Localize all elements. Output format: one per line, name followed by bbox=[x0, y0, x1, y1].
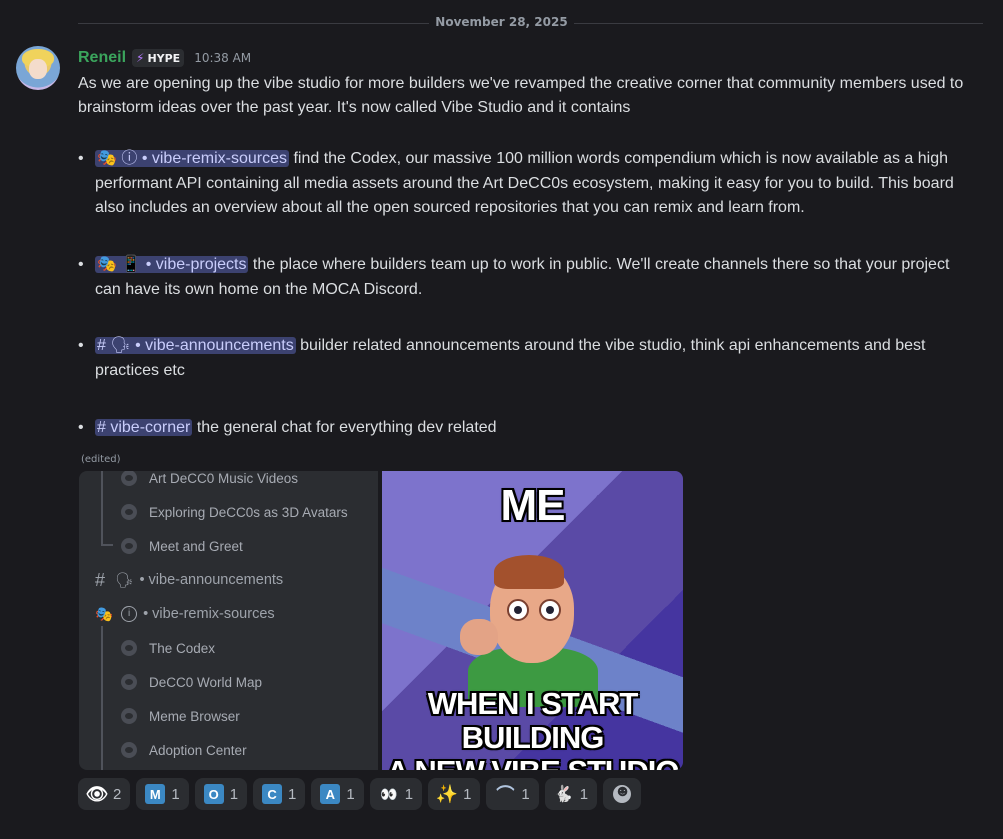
channel-row-label: DeCC0 World Map bbox=[149, 674, 263, 690]
meme-bottom-line: WHEN I START BUILDING bbox=[427, 686, 639, 755]
arc-icon: ⌒ bbox=[496, 785, 515, 805]
avatar[interactable] bbox=[16, 46, 60, 90]
reaction-letter-a[interactable]: A1 bbox=[311, 778, 364, 810]
list-item: • # 🗣 • vibe-announcements builder relat… bbox=[78, 334, 958, 383]
thread-icon bbox=[121, 674, 137, 690]
reaction-sparkles[interactable]: ✨ 1 bbox=[428, 778, 481, 810]
thread-icon bbox=[121, 538, 137, 554]
add-reaction-button[interactable] bbox=[603, 778, 642, 810]
channel-row-label: Meme Browser bbox=[149, 708, 240, 724]
channel-row: Exploring DeCC0s as 3D Avatars bbox=[121, 500, 348, 524]
reaction-count: 1 bbox=[171, 785, 180, 803]
channel-row-label: • vibe-announcements bbox=[139, 572, 284, 588]
image-attachment-channel-list[interactable]: Art DeCC0 Music Videos Exploring DeCC0s … bbox=[79, 471, 378, 770]
meme-eye bbox=[507, 599, 529, 621]
reaction-count: 1 bbox=[229, 785, 239, 803]
channel-row: # 🗣 • vibe-announcements bbox=[95, 568, 283, 592]
letter-m-icon: M bbox=[145, 784, 166, 804]
smile-icon bbox=[613, 783, 632, 803]
edited-label: (edited) bbox=[81, 454, 121, 465]
reaction-arc[interactable]: ⌒ 1 bbox=[486, 778, 539, 810]
bullet-dot: • bbox=[78, 256, 84, 273]
message-header: Reneil ⚡ HYPE 10:38 AM bbox=[78, 49, 251, 67]
message-intro: As we are opening up the vibe studio for… bbox=[78, 75, 964, 116]
channel-row: Meet and Greet bbox=[121, 534, 243, 558]
reactions-bar: 👁 2 M1 O1 C1 A1 👀 1 ✨ 1 ⌒ 1 🐇 1 bbox=[78, 778, 642, 810]
bullet-dot: • bbox=[78, 337, 84, 354]
hash-icon: # bbox=[95, 569, 106, 590]
meme-kid-hair bbox=[494, 555, 564, 589]
meme-bottom-text: WHEN I START BUILDING A NEW VIBE STUDIO … bbox=[382, 686, 683, 771]
channel-row: Adoption Center bbox=[121, 738, 247, 762]
reaction-count: 1 bbox=[463, 785, 472, 803]
reaction-rabbit[interactable]: 🐇 1 bbox=[544, 778, 598, 810]
forum-icon: 🎭 bbox=[95, 606, 114, 623]
channel-mention-vibe-projects[interactable]: 🎭 📱 • vibe-projects bbox=[95, 256, 249, 273]
reaction-count: 2 bbox=[113, 785, 122, 803]
channel-row-label: Adoption Center bbox=[149, 742, 247, 758]
channel-row-label: • vibe-remix-sources bbox=[143, 606, 275, 622]
reaction-owl[interactable]: 👀 1 bbox=[369, 778, 423, 810]
letter-c-icon: C bbox=[262, 784, 283, 804]
meme-bottom-line: A NEW VIBE STUDIO APP bbox=[382, 755, 683, 771]
channel-row: Art DeCC0 Music Videos bbox=[121, 471, 298, 490]
sparkles-icon: ✨ bbox=[435, 783, 459, 804]
list-item: • # vibe-corner the general chat for eve… bbox=[78, 416, 958, 441]
owl-icon: 👀 bbox=[380, 785, 398, 802]
list-item: • 🎭 📱 • vibe-projects the place where bu… bbox=[78, 253, 958, 302]
reaction-count: 1 bbox=[579, 785, 589, 803]
reaction-count: 1 bbox=[404, 785, 414, 803]
channel-row-label: Exploring DeCC0s as 3D Avatars bbox=[149, 504, 348, 520]
bullet-dot: • bbox=[78, 419, 84, 436]
channel-row-label: Art DeCC0 Music Videos bbox=[149, 471, 299, 486]
thread-icon bbox=[121, 504, 137, 520]
channel-mention-vibe-corner[interactable]: # vibe-corner bbox=[95, 419, 193, 436]
list-item-text: the general chat for everything dev rela… bbox=[192, 419, 497, 436]
reaction-eye[interactable]: 👁 2 bbox=[78, 778, 131, 810]
letter-o-icon: O bbox=[203, 784, 224, 804]
meme-top-text: ME bbox=[500, 481, 566, 530]
reaction-count: 1 bbox=[521, 785, 530, 803]
lightning-icon: ⚡ bbox=[136, 51, 145, 65]
speech-icon: 🗣 bbox=[115, 572, 134, 589]
channel-row: The Codex bbox=[121, 636, 215, 660]
rabbit-icon: 🐇 bbox=[553, 786, 574, 803]
thread-icon bbox=[121, 708, 137, 724]
channel-row-label: Meet and Greet bbox=[149, 538, 243, 554]
guild-tag[interactable]: ⚡ HYPE bbox=[132, 49, 185, 67]
date-divider: November 28, 2025 bbox=[0, 15, 1003, 29]
letter-a-icon: A bbox=[320, 784, 341, 804]
channel-row-label: The Codex bbox=[149, 640, 216, 656]
eye-icon: 👁 bbox=[85, 783, 109, 804]
reaction-count: 1 bbox=[346, 785, 355, 803]
reaction-count: 1 bbox=[288, 785, 297, 803]
channel-mention-vibe-announcements[interactable]: # 🗣 • vibe-announcements bbox=[95, 337, 296, 354]
reaction-letter-o[interactable]: O1 bbox=[194, 778, 248, 810]
reaction-letter-c[interactable]: C1 bbox=[253, 778, 306, 810]
thread-icon bbox=[121, 471, 137, 486]
meme-eye bbox=[539, 599, 561, 621]
channel-row: Meme Browser bbox=[121, 704, 240, 728]
username[interactable]: Reneil bbox=[78, 49, 126, 67]
thread-icon bbox=[121, 742, 137, 758]
guild-tag-label: HYPE bbox=[147, 51, 181, 65]
meme-fist bbox=[460, 619, 498, 655]
image-attachment-meme[interactable]: ME WHEN I START BUILDING A NEW VIBE STUD… bbox=[382, 471, 683, 770]
channel-mention-vibe-remix-sources[interactable]: 🎭 ⓘ • vibe-remix-sources bbox=[95, 150, 290, 167]
info-icon: i bbox=[121, 606, 138, 622]
thread-icon bbox=[121, 640, 137, 656]
list-item: • 🎭 ⓘ • vibe-remix-sources find the Code… bbox=[78, 147, 958, 221]
timestamp[interactable]: 10:38 AM bbox=[194, 51, 251, 65]
bullet-dot: • bbox=[78, 150, 84, 167]
channel-row: 🎭 i • vibe-remix-sources bbox=[95, 602, 275, 626]
reaction-letter-m[interactable]: M1 bbox=[136, 778, 189, 810]
channel-row: DeCC0 World Map bbox=[121, 670, 262, 694]
